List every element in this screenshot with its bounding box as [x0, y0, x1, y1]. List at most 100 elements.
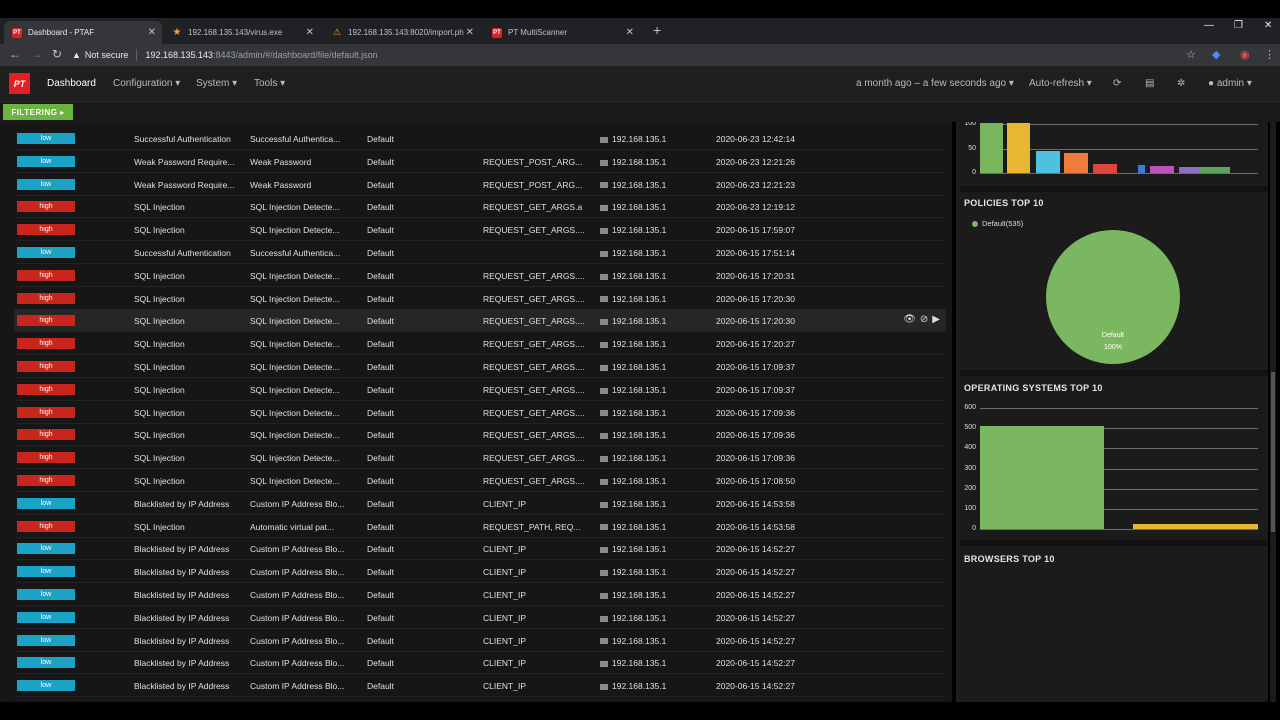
close-icon[interactable]: ✕: [626, 27, 634, 38]
eye-icon[interactable]: 👁: [903, 314, 916, 325]
table-row[interactable]: high SQL Injection Automatic virtual pat..…: [14, 516, 946, 538]
user-menu[interactable]: ● admin ▾: [1208, 78, 1252, 89]
ip-text: 192.168.135.1: [612, 293, 667, 304]
bar[interactable]: [1138, 165, 1145, 173]
rule-name: SQL Injection Detecte...: [250, 316, 340, 327]
table-row[interactable]: low Blacklisted by IP Address Custom IP Ad…: [14, 493, 946, 515]
policies-legend[interactable]: Default(535): [972, 219, 1023, 228]
bar[interactable]: [1064, 153, 1088, 173]
refresh-icon[interactable]: ⟳: [1113, 78, 1121, 89]
event-name: SQL Injection: [134, 521, 185, 532]
nav-configuration[interactable]: Configuration ▾: [113, 78, 180, 89]
panel-divider: [960, 540, 1268, 546]
bar[interactable]: [1179, 167, 1200, 173]
url-field[interactable]: ▲ Not secure 192.168.135.143 :8443/admin…: [72, 46, 1202, 64]
auto-refresh-dropdown[interactable]: Auto-refresh ▾: [1029, 78, 1092, 89]
table-row[interactable]: high SQL Injection SQL Injection Detecte..…: [14, 379, 946, 401]
table-row[interactable]: high SQL Injection SQL Injection Detecte..…: [14, 219, 946, 242]
extension-icon[interactable]: ◉: [1240, 48, 1250, 61]
computer-icon: [600, 182, 608, 189]
nav-tools[interactable]: Tools ▾: [254, 78, 285, 89]
forward-icon[interactable]: →: [31, 47, 43, 61]
tab-virus[interactable]: ★ 192.168.135.143/virus.exe ✕: [164, 21, 320, 44]
table-row[interactable]: high SQL Injection SQL Injection Detecte..…: [14, 402, 946, 424]
tab-multiscanner[interactable]: PT PT MultiScanner ✕: [484, 21, 640, 44]
table-row[interactable]: high SQL Injection SQL Injection Detecte..…: [14, 310, 946, 333]
table-row[interactable]: high SQL Injection SQL Injection Detecte..…: [14, 196, 946, 219]
bar[interactable]: [980, 123, 1003, 173]
bar[interactable]: [1036, 150, 1060, 173]
event-time: 2020-06-23 12:42:14: [716, 134, 795, 144]
gear-icon[interactable]: ✲: [1177, 78, 1185, 89]
nav-system[interactable]: System ▾: [196, 78, 237, 89]
menu-kebab-icon[interactable]: ⋮: [1264, 48, 1275, 61]
policy-name: Default: [367, 681, 394, 692]
table-row[interactable]: low Blacklisted by IP Address Custom IP Ad…: [14, 584, 946, 606]
bar[interactable]: [1007, 123, 1030, 173]
tab-dashboard[interactable]: PT Dashboard - PTAF ✕: [4, 21, 162, 44]
back-icon[interactable]: ←: [9, 47, 21, 61]
bookmark-star-icon[interactable]: ☆: [1186, 48, 1196, 61]
document-icon[interactable]: ▤: [1145, 78, 1154, 89]
close-icon[interactable]: ✕: [306, 27, 314, 38]
table-row[interactable]: high SQL Injection SQL Injection Detecte..…: [14, 470, 946, 492]
bar[interactable]: [1093, 164, 1117, 173]
warning-icon: ▲: [72, 50, 81, 60]
table-row[interactable]: low Weak Password Require... Weak Password…: [14, 174, 946, 196]
table-row[interactable]: low Blacklisted by IP Address Custom IP Ad…: [14, 652, 946, 675]
table-row[interactable]: low Successful Authentication Successful A…: [14, 128, 946, 150]
pt-favicon: PT: [492, 27, 502, 38]
extension-shield-icon[interactable]: ◆: [1212, 48, 1220, 61]
policy-name: Default: [367, 635, 394, 646]
table-row[interactable]: high SQL Injection SQL Injection Detecte..…: [14, 288, 946, 310]
close-icon[interactable]: ✕: [466, 27, 474, 38]
reload-icon[interactable]: ↻: [52, 47, 62, 61]
table-row[interactable]: high SQL Injection SQL Injection Detecte..…: [14, 356, 946, 378]
table-row[interactable]: low Blacklisted by IP Address Custom IP Ad…: [14, 675, 946, 698]
y-tick: 0: [972, 525, 976, 532]
policies-title: POLICIES TOP 10: [964, 198, 1044, 208]
client-ip: 192.168.135.1: [600, 613, 666, 623]
nav-dashboard[interactable]: Dashboard: [47, 78, 96, 89]
table-row[interactable]: low Blacklisted by IP Address Custom IP Ad…: [14, 607, 946, 629]
param-name: REQUEST_GET_ARGS....: [483, 225, 585, 236]
policy-name: Default: [367, 476, 394, 486]
window-close-icon[interactable]: ✕: [1264, 20, 1272, 31]
minimize-icon[interactable]: —: [1204, 20, 1214, 31]
play-icon[interactable]: ▶: [932, 314, 940, 325]
client-ip: 192.168.135.1: [600, 271, 666, 281]
pt-logo[interactable]: PT: [9, 73, 30, 94]
table-row[interactable]: high SQL Injection SQL Injection Detecte..…: [14, 424, 946, 447]
event-time: 2020-06-15 14:52:27: [716, 658, 795, 669]
event-time: 2020-06-15 17:20:30: [716, 293, 795, 304]
table-row[interactable]: high SQL Injection SQL Injection Detecte..…: [14, 265, 946, 287]
bar[interactable]: [1133, 523, 1258, 529]
table-row[interactable]: low Blacklisted by IP Address Custom IP Ad…: [14, 561, 946, 584]
event-time: 2020-06-15 17:20:27: [716, 339, 795, 350]
table-row[interactable]: low Successful Authentication Successful A…: [14, 242, 946, 264]
bar[interactable]: [980, 426, 1104, 529]
panel-divider: [960, 370, 1268, 376]
close-icon[interactable]: ✕: [148, 27, 156, 38]
tab-import[interactable]: ⚠ 192.168.135.143:8020/import.ph ✕: [324, 21, 480, 44]
table-row[interactable]: low Weak Password Require... Weak Password…: [14, 151, 946, 173]
scrollbar-thumb[interactable]: [1271, 372, 1275, 532]
table-row[interactable]: high SQL Injection SQL Injection Detecte..…: [14, 447, 946, 470]
maximize-icon[interactable]: ❐: [1234, 20, 1243, 31]
bar[interactable]: [1200, 167, 1230, 173]
policy-name: Default: [367, 339, 394, 350]
ip-text: 192.168.135.1: [612, 270, 667, 281]
new-tab-button[interactable]: +: [653, 22, 661, 38]
ip-text: 192.168.135.1: [612, 612, 667, 623]
table-row[interactable]: low Blacklisted by IP Address Custom IP Ad…: [14, 538, 946, 561]
block-icon[interactable]: ⊘: [920, 314, 928, 325]
filtering-button[interactable]: FILTERING ▸: [3, 104, 73, 120]
table-row[interactable]: low Blacklisted by IP Address Custom IP Ad…: [14, 630, 946, 652]
ip-text: 192.168.135.1: [612, 453, 667, 464]
table-row[interactable]: high SQL Injection SQL Injection Detecte..…: [14, 333, 946, 356]
time-range-dropdown[interactable]: a month ago – a few seconds ago ▾: [856, 78, 1014, 89]
event-name: SQL Injection: [134, 270, 185, 281]
event-time: 2020-06-15 17:20:31: [716, 270, 795, 281]
bar[interactable]: [1150, 166, 1174, 173]
page-scrollbar[interactable]: [1270, 122, 1276, 702]
